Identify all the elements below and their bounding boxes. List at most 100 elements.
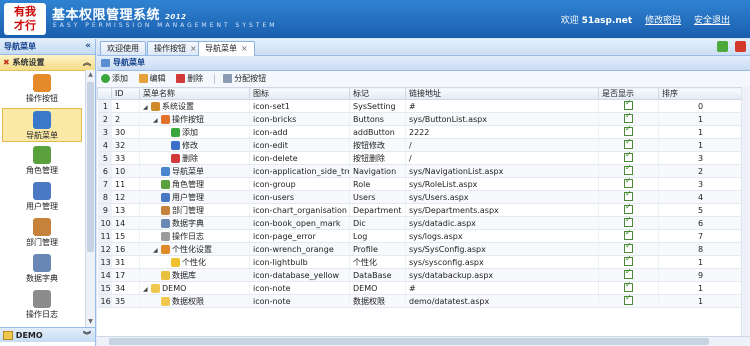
sidebar-item[interactable]: 数据字典 xyxy=(2,252,82,286)
col-header-sort[interactable]: 排序 xyxy=(658,87,743,100)
table-row[interactable]: 2 2 ◢ 操作按钮 icon-bricks Buttons sys/ButtonList.… xyxy=(97,112,743,126)
table-row[interactable]: 711 角色管理 icon-groupRolesys/RoleList.aspx 3 xyxy=(97,177,743,191)
col-header-id[interactable]: ID xyxy=(111,87,140,100)
table-row[interactable]: 432 修改 icon-edit按钮修改/ 1 xyxy=(97,138,743,152)
close-tab-icon[interactable]: × xyxy=(190,44,197,53)
menu-icon xyxy=(161,296,170,306)
cell-icon: icon-bricks xyxy=(249,112,350,126)
cell-show xyxy=(598,125,659,139)
table-row[interactable]: 6 10 导航菜单 icon-application_side_tree Navigat… xyxy=(97,164,743,178)
logout-link[interactable]: 安全退出 xyxy=(694,16,730,26)
close-all-icon[interactable] xyxy=(735,41,746,52)
add-button[interactable]: 添加 xyxy=(101,71,128,87)
menu-icon xyxy=(171,257,180,267)
grid-vertical-scrollbar[interactable] xyxy=(741,87,750,337)
sidebar-item[interactable]: 角色管理 xyxy=(2,144,82,178)
row-number: 10 xyxy=(97,216,112,230)
row-number: 16 xyxy=(97,294,112,308)
table-row[interactable]: 812 用户管理 icon-usersUserssys/Users.aspx 4 xyxy=(97,190,743,204)
menu-name: 用户管理 xyxy=(172,192,204,202)
scroll-up-icon[interactable]: ▲ xyxy=(86,70,95,80)
collapse-sidebar-icon[interactable]: « xyxy=(85,39,91,54)
expand-toggle-icon[interactable]: ◢ xyxy=(143,104,151,111)
scroll-down-icon[interactable]: ▼ xyxy=(86,317,95,327)
tab[interactable]: 欢迎使用 xyxy=(100,41,146,55)
delete-button[interactable]: 删除 xyxy=(176,71,203,87)
sidebar-item[interactable]: 操作日志 xyxy=(2,288,82,322)
checkmark-icon xyxy=(624,217,633,227)
tab[interactable]: 导航菜单 × xyxy=(198,41,255,56)
expand-toggle-icon[interactable]: ◢ xyxy=(143,286,151,293)
cell-show xyxy=(598,151,659,165)
table-row[interactable]: 533 删除 icon-delete按钮删除/ 3 xyxy=(97,151,743,165)
grid-title-bar: 导航菜单 xyxy=(97,56,750,71)
chevron-up-icon[interactable]: ︽ xyxy=(83,55,91,70)
cell-icon: icon-delete xyxy=(249,151,350,165)
chevron-down-icon[interactable]: ︾ xyxy=(83,328,91,343)
edit-icon xyxy=(138,74,148,83)
cell-sort: 1 xyxy=(658,125,743,139)
cell-icon: icon-note xyxy=(249,294,350,308)
accordion-demo[interactable]: DEMO ︾ xyxy=(0,327,95,342)
welcome-text: 欢迎 xyxy=(560,16,582,26)
sidebar-scrollbar[interactable]: ▲ ▼ xyxy=(85,70,95,327)
col-header-tag[interactable]: 标记 xyxy=(349,87,406,100)
table-row[interactable]: 14 17 数据库 icon-database_yellow DataBase sys/d… xyxy=(97,268,743,282)
table-row[interactable]: 13 31 个性化 icon-lightbulb 个性化 sys/sysconfig.as… xyxy=(97,255,743,269)
system-title-text: 基本权限管理系统 xyxy=(52,8,161,23)
cell-name: ◢ DEMO xyxy=(139,281,250,295)
table-row[interactable]: 330 添加 icon-addaddButton2222 1 xyxy=(97,125,743,139)
scrollbar-thumb[interactable] xyxy=(87,82,94,252)
expand-toggle-icon[interactable]: ◢ xyxy=(153,117,161,124)
table-row[interactable]: 9 13 部门管理 icon-chart_organisation Department… xyxy=(97,203,743,217)
grid-horizontal-scrollbar[interactable] xyxy=(97,336,750,346)
cell-show xyxy=(598,112,659,126)
cell-sort: 4 xyxy=(658,190,743,204)
cell-tag: addButton xyxy=(349,125,406,139)
sidebar-item[interactable]: 导航菜单 xyxy=(2,108,82,142)
cell-tag: Log xyxy=(349,229,406,243)
scrollbar-thumb[interactable] xyxy=(109,338,709,345)
table-row[interactable]: 10 14 数据字典 icon-book_open_mark Dic sys/datadi… xyxy=(97,216,743,230)
table-row[interactable]: 1115 操作日志 icon-page_errorLogsys/logs.aspx 7 xyxy=(97,229,743,243)
col-header-icon[interactable]: 图标 xyxy=(249,87,350,100)
sidebar-item-label: 用户管理 xyxy=(26,202,58,211)
sidebar-item[interactable]: 用户管理 xyxy=(2,180,82,214)
cell-url: # xyxy=(405,281,599,295)
table-row[interactable]: 1534◢DEMOicon-noteDEMO#1 xyxy=(97,281,743,295)
menu-icon xyxy=(151,101,160,111)
menu-icon xyxy=(161,179,170,189)
row-number: 3 xyxy=(97,125,112,139)
menu-item-icon xyxy=(33,74,51,92)
row-number: 7 xyxy=(97,177,112,191)
col-header-url[interactable]: 链接地址 xyxy=(405,87,599,100)
menu-icon xyxy=(171,140,180,150)
edit-button[interactable]: 编辑 xyxy=(138,71,166,87)
expand-toggle-icon[interactable]: ◢ xyxy=(153,247,161,254)
cell-tag: 个性化 xyxy=(349,255,406,269)
close-tab-icon[interactable]: × xyxy=(241,44,248,53)
cell-name: 部门管理 xyxy=(139,203,250,217)
cell-id: 32 xyxy=(111,138,140,152)
table-row[interactable]: 1635数据权限icon-note数据权限demo/datatest.aspx1 xyxy=(97,294,743,308)
checkmark-icon xyxy=(624,152,633,162)
cell-sort: 8 xyxy=(658,242,743,256)
col-header-name[interactable]: 菜单名称 xyxy=(139,87,250,100)
cell-show xyxy=(598,190,659,204)
sidebar-item[interactable]: 部门管理 xyxy=(2,216,82,250)
assign-buttons-button[interactable]: 分配按钮 xyxy=(223,71,266,87)
change-password-link[interactable]: 修改密码 xyxy=(645,16,681,26)
cell-url: sys/logs.aspx xyxy=(405,229,599,243)
accordion-system-settings[interactable]: ✖ 系统设置 ︽ xyxy=(0,55,95,71)
table-row[interactable]: 12 16 ◢ 个性化设置 icon-wrench_orange Profile sys/S… xyxy=(97,242,743,256)
sidebar-item[interactable]: 操作按钮 xyxy=(2,72,82,106)
checkmark-icon xyxy=(624,126,633,136)
user-bar: 欢迎 51asp.net 修改密码 安全退出 xyxy=(561,13,730,26)
tab[interactable]: 操作按钮 × xyxy=(147,41,204,55)
table-row[interactable]: 11◢系统设置icon-set1SysSetting#0 xyxy=(97,99,743,113)
refresh-icon[interactable] xyxy=(717,41,729,52)
menu-tree-grid: ID 菜单名称 图标 标记 链接地址 是否显示 排序 1 1 ◢ 系统设置 icon-s… xyxy=(97,87,743,308)
cell-sort: 2 xyxy=(658,164,743,178)
menu-name: 数据字典 xyxy=(172,218,204,228)
col-header-show[interactable]: 是否显示 xyxy=(598,87,659,100)
